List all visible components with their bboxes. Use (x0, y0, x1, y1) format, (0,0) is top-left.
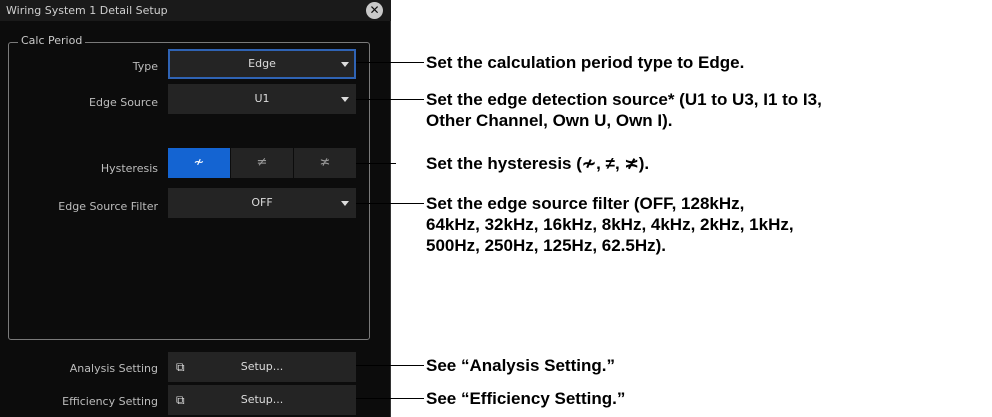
edge-source-filter-value: OFF (251, 196, 273, 209)
chevron-down-icon (341, 201, 349, 206)
filter-annotation-line-3: 500Hz, 250Hz, 125Hz, 62.5Hz). (426, 236, 667, 255)
chevron-down-icon (341, 62, 349, 67)
type-annotation: Set the calculation period type to Edge. (426, 53, 745, 72)
edge-source-annotation-line-1: Set the edge detection source* (U1 to U3… (426, 90, 822, 109)
type-label: Type (132, 60, 158, 73)
filter-annotation-line-1: Set the edge source filter (OFF, 128kHz, (426, 194, 745, 213)
hysteresis-symbol-1: ≁ (581, 154, 597, 173)
edge-source-value: U1 (254, 92, 270, 105)
hysteresis-symbol-3: ≭ (624, 154, 639, 173)
leader-line (356, 163, 396, 164)
edge-source-dropdown[interactable]: U1 (168, 84, 356, 114)
type-dropdown[interactable]: Edge (168, 49, 356, 79)
analysis-annotation: See “Analysis Setting.” (426, 356, 615, 375)
hysteresis-label: Hysteresis (100, 162, 158, 175)
filter-annotation: Set the edge source filter (OFF, 128kHz,… (426, 193, 794, 256)
efficiency-setup-button[interactable]: ⧉ Setup... (168, 385, 356, 415)
leader-line (356, 398, 424, 399)
efficiency-annotation: See “Efficiency Setting.” (426, 389, 626, 408)
hysteresis-separator: , (614, 154, 620, 173)
calc-period-group-label: Calc Period (18, 34, 86, 48)
edge-source-filter-dropdown[interactable]: OFF (168, 188, 356, 218)
hysteresis-separator: , (596, 154, 601, 173)
hysteresis-selector: ≁ ≠ ≭ (168, 148, 356, 178)
analysis-setup-button-label: Setup... (240, 360, 284, 373)
efficiency-setting-label: Efficiency Setting (62, 395, 158, 408)
leader-line (356, 365, 424, 366)
efficiency-setup-button-label: Setup... (240, 393, 284, 406)
dialog-title: Wiring System 1 Detail Setup (6, 4, 168, 17)
analysis-setup-button[interactable]: ⧉ Setup... (168, 352, 356, 382)
analysis-setting-label: Analysis Setting (69, 362, 158, 375)
close-icon[interactable]: ✕ (366, 2, 383, 19)
edge-source-filter-label: Edge Source Filter (58, 200, 158, 213)
dialog-titlebar: Wiring System 1 Detail Setup ✕ (0, 0, 391, 21)
hysteresis-option-1[interactable]: ≁ (168, 148, 231, 178)
hysteresis-option-3[interactable]: ≭ (294, 148, 356, 178)
leader-line (356, 203, 424, 204)
detail-setup-dialog: Wiring System 1 Detail Setup ✕ Calc Peri… (0, 0, 391, 417)
edge-source-annotation-line-2: Other Channel, Own U, Own I). (426, 111, 673, 130)
hysteresis-annotation-text: Set the hysteresis ( (426, 154, 582, 173)
hysteresis-option-2[interactable]: ≠ (231, 148, 294, 178)
filter-annotation-line-2: 64kHz, 32kHz, 16kHz, 8kHz, 4kHz, 2kHz, 1… (426, 215, 794, 234)
edge-source-label: Edge Source (89, 96, 158, 109)
hysteresis-annotation: Set the hysteresis (≁, ≠, ≭). (426, 153, 649, 174)
hysteresis-symbol-2: ≠ (605, 154, 615, 173)
type-value: Edge (248, 57, 276, 70)
leader-line (356, 62, 424, 63)
edge-source-annotation: Set the edge detection source* (U1 to U3… (426, 89, 822, 131)
leader-line (356, 99, 424, 100)
chevron-down-icon (341, 97, 349, 102)
hysteresis-annotation-end: ). (638, 154, 650, 173)
